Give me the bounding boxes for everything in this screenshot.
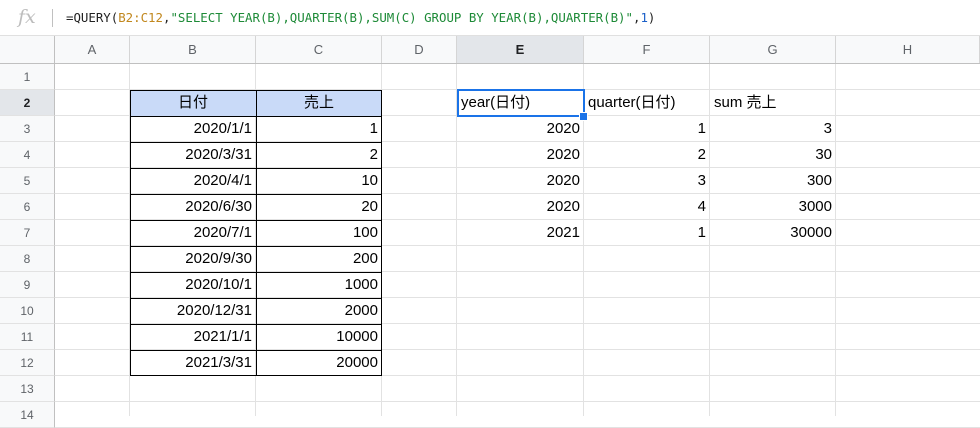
column-header-a[interactable]: A <box>55 36 130 63</box>
formula-headers-arg: 1 <box>640 10 648 25</box>
date-cell[interactable]: 2021/1/1 <box>130 324 256 350</box>
row-header-3[interactable]: 3 <box>0 116 55 142</box>
sales-cell[interactable]: 2 <box>256 142 382 168</box>
query-result-cell[interactable]: 4 <box>584 194 710 220</box>
query-result-cell[interactable]: 2020 <box>457 194 584 220</box>
query-result-cell[interactable]: 2 <box>584 142 710 168</box>
select-all-corner[interactable] <box>0 36 55 63</box>
column-header-b[interactable]: B <box>130 36 256 63</box>
row-header-5[interactable]: 5 <box>0 168 55 194</box>
row-header-12[interactable]: 12 <box>0 350 55 376</box>
formula-input[interactable]: =QUERY(B2:C12,"SELECT YEAR(B),QUARTER(B)… <box>66 10 655 25</box>
date-cell[interactable]: 2020/12/31 <box>130 298 256 324</box>
formula-prefix: =QUERY( <box>66 10 119 25</box>
column-header-d[interactable]: D <box>382 36 457 63</box>
row-header-8[interactable]: 8 <box>0 246 55 272</box>
grid-line-horizontal <box>55 401 980 402</box>
row-header-14[interactable]: 14 <box>0 402 55 428</box>
query-result-cell[interactable]: 2020 <box>457 142 584 168</box>
query-result-cell[interactable]: 300 <box>710 168 836 194</box>
fill-handle[interactable] <box>579 112 588 121</box>
row-header-2[interactable]: 2 <box>0 90 55 116</box>
column-header-h[interactable]: H <box>836 36 980 63</box>
query-result-cell[interactable]: 2020 <box>457 168 584 194</box>
sales-cell[interactable]: 20 <box>256 194 382 220</box>
date-cell[interactable]: 2020/10/1 <box>130 272 256 298</box>
date-cell[interactable]: 2020/4/1 <box>130 168 256 194</box>
row-header-9[interactable]: 9 <box>0 272 55 298</box>
row-header-13[interactable]: 13 <box>0 376 55 402</box>
row-header-7[interactable]: 7 <box>0 220 55 246</box>
column-header-g[interactable]: G <box>710 36 836 63</box>
column-header-e[interactable]: E <box>457 36 584 63</box>
row-header-11[interactable]: 11 <box>0 324 55 350</box>
date-cell[interactable]: 2020/1/1 <box>130 116 256 142</box>
sales-cell[interactable]: 20000 <box>256 350 382 376</box>
query-result-cell[interactable]: 2021 <box>457 220 584 246</box>
column-header-bar: ABCDEFGH <box>0 36 980 64</box>
sales-cell[interactable]: 10 <box>256 168 382 194</box>
query-result-cell[interactable]: 3 <box>710 116 836 142</box>
date-cell[interactable]: 2020/6/30 <box>130 194 256 220</box>
sales-cell[interactable]: 2000 <box>256 298 382 324</box>
column-header-c[interactable]: C <box>256 36 382 63</box>
row-header-6[interactable]: 6 <box>0 194 55 220</box>
sales-cell[interactable]: 1 <box>256 116 382 142</box>
date-cell[interactable]: 2020/9/30 <box>130 246 256 272</box>
fx-icon: fx <box>18 6 36 28</box>
row-header-10[interactable]: 10 <box>0 298 55 324</box>
source-header-cell[interactable]: 日付 <box>130 90 256 116</box>
formula-bar-divider <box>52 9 53 27</box>
query-result-cell[interactable]: 1 <box>584 220 710 246</box>
query-result-cell[interactable]: 3000 <box>710 194 836 220</box>
query-header-cell[interactable]: year(日付) <box>457 90 584 116</box>
query-header-cell[interactable]: quarter(日付) <box>584 90 710 116</box>
query-result-cell[interactable]: 30000 <box>710 220 836 246</box>
sales-cell[interactable]: 1000 <box>256 272 382 298</box>
query-result-cell[interactable]: 30 <box>710 142 836 168</box>
query-result-cell[interactable]: 3 <box>584 168 710 194</box>
sales-cell[interactable]: 10000 <box>256 324 382 350</box>
query-result-cell[interactable]: 2020 <box>457 116 584 142</box>
sales-cell[interactable]: 100 <box>256 220 382 246</box>
formula-range: B2:C12 <box>118 10 163 25</box>
date-cell[interactable]: 2021/3/31 <box>130 350 256 376</box>
source-header-cell[interactable]: 売上 <box>256 90 382 116</box>
formula-suffix: ) <box>647 10 656 25</box>
row-header-4[interactable]: 4 <box>0 142 55 168</box>
query-header-cell[interactable]: sum 売上 <box>710 90 836 116</box>
date-cell[interactable]: 2020/3/31 <box>130 142 256 168</box>
sales-cell[interactable]: 200 <box>256 246 382 272</box>
date-cell[interactable]: 2020/7/1 <box>130 220 256 246</box>
formula-bar: fx =QUERY(B2:C12,"SELECT YEAR(B),QUARTER… <box>0 0 980 36</box>
column-header-f[interactable]: F <box>584 36 710 63</box>
formula-query-string: "SELECT YEAR(B),QUARTER(B),SUM(C) GROUP … <box>170 10 633 25</box>
query-result-cell[interactable]: 1 <box>584 116 710 142</box>
row-header-1[interactable]: 1 <box>0 64 55 90</box>
